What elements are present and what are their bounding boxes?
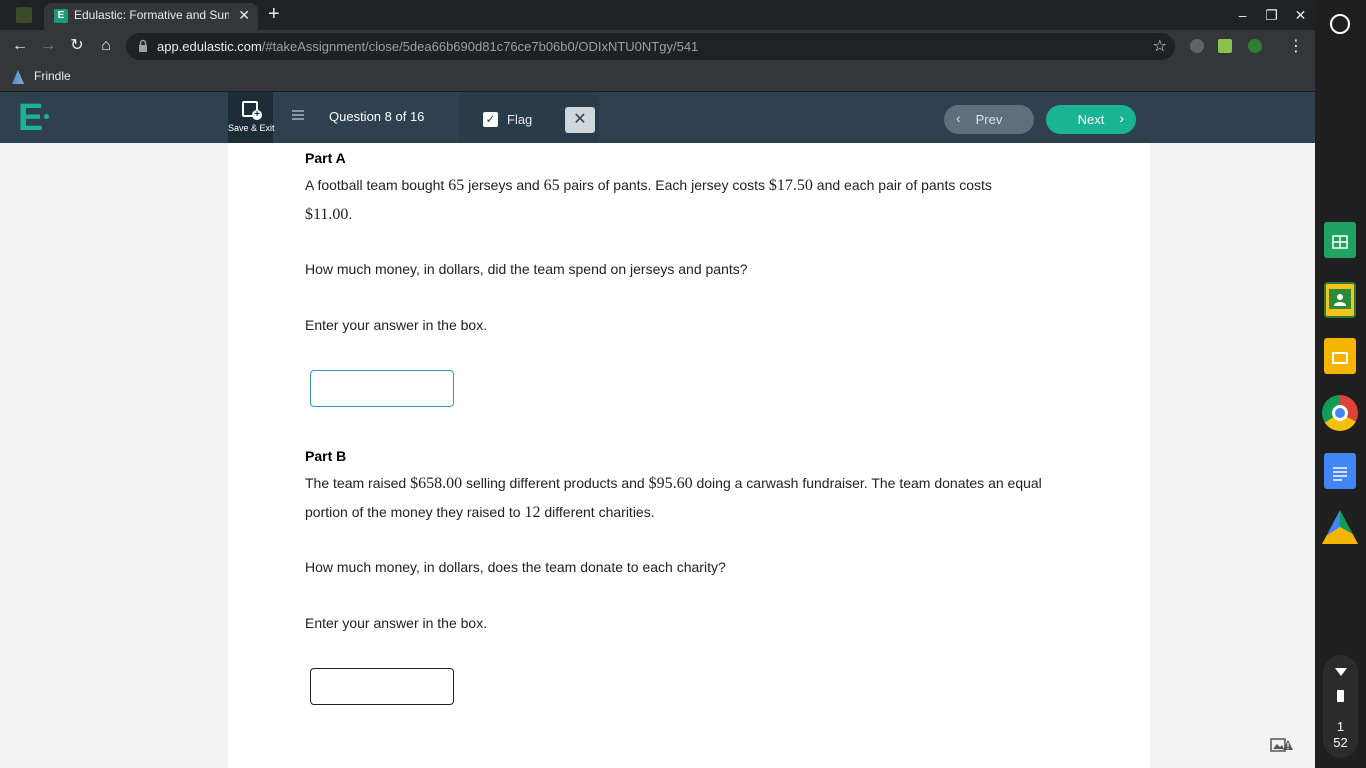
classroom-icon[interactable] <box>1324 282 1356 318</box>
assignment-header: E + Save & Exit Question 8 of 16 ✓ Flag … <box>0 92 1315 143</box>
close-button[interactable]: ✕ <box>565 107 595 133</box>
battery-icon <box>1337 690 1344 702</box>
lock-icon <box>139 39 147 52</box>
part-a-text: jerseys and <box>464 177 544 193</box>
drive-icon[interactable] <box>1322 510 1358 544</box>
save-badge-icon: + <box>252 110 262 120</box>
window-controls: – ❐ ✕ <box>1228 0 1315 30</box>
save-exit-button[interactable]: + Save & Exit <box>228 92 275 143</box>
frindle-bookmark-icon <box>12 70 24 84</box>
url-path: /#takeAssignment/close/5dea66b690d81c76c… <box>261 39 699 54</box>
back-icon[interactable]: ← <box>9 35 31 57</box>
bookmarks-bar: Frindle <box>0 62 1315 92</box>
docs-lines-icon <box>1333 467 1347 481</box>
chrome-center <box>1332 405 1348 421</box>
browser-toolbar: ← → ↻ ⌂ app.edulastic.com/#takeAssignmen… <box>0 30 1315 62</box>
pinned-tab-icon[interactable] <box>16 7 32 23</box>
address-bar[interactable]: app.edulastic.com/#takeAssignment/close/… <box>126 33 1175 60</box>
menu-icon[interactable]: ⋮ <box>1288 36 1304 56</box>
sheets-icon[interactable] <box>1324 222 1356 258</box>
home-icon[interactable]: ⌂ <box>95 35 117 57</box>
clock-hour: 1 <box>1336 719 1345 734</box>
logo-dot <box>44 114 49 119</box>
bookmark-frindle[interactable]: Frindle <box>34 69 71 83</box>
edulastic-favicon-icon: E <box>54 9 68 23</box>
part-a-text: pairs of pants. Each jersey costs <box>559 177 769 193</box>
slides-frame-icon <box>1332 352 1348 364</box>
launcher-icon[interactable] <box>1330 14 1350 34</box>
prev-button[interactable]: ‹ Prev <box>944 105 1034 134</box>
new-tab-button[interactable]: + <box>268 3 280 25</box>
maximize-icon[interactable]: ❐ <box>1257 0 1286 30</box>
clock-minute: 52 <box>1333 735 1348 750</box>
part-b-prompt: How much money, in dollars, does the tea… <box>305 559 726 575</box>
url-host: app.edulastic.com <box>157 39 262 54</box>
part-b-text: selling different products and <box>462 475 649 491</box>
classroom-extension-icon[interactable] <box>1218 39 1232 53</box>
forward-icon[interactable]: → <box>37 35 59 57</box>
part-a-math: 65 <box>448 177 465 194</box>
url-text: app.edulastic.com/#takeAssignment/close/… <box>157 39 698 54</box>
part-a-math: $11.00 <box>305 206 349 223</box>
part-b-math: $658.00 <box>410 475 463 492</box>
star-icon[interactable]: ☆ <box>1153 36 1167 56</box>
minimize-icon[interactable]: – <box>1228 0 1257 30</box>
save-exit-label: Save & Exit <box>228 123 275 133</box>
power-extension-icon[interactable] <box>1248 39 1262 53</box>
part-a-text: A football team bought <box>305 177 449 193</box>
question-panel: Part A A football team bought 65 jerseys… <box>228 143 1150 768</box>
browser-tabbar: E Edulastic: Formative and Summ ✕ + – ❐ … <box>0 0 1315 30</box>
part-b-answer-input[interactable] <box>310 668 454 705</box>
edulastic-logo: E <box>18 97 44 139</box>
flag-label: Flag <box>507 112 533 127</box>
close-window-icon[interactable]: ✕ <box>1286 0 1315 30</box>
part-a-stem: A football team bought 65 jerseys and 65… <box>305 171 1065 229</box>
part-b-instruction: Enter your answer in the box. <box>305 615 488 631</box>
clock: 1 52 <box>1323 719 1358 751</box>
sheets-grid-icon <box>1332 235 1348 249</box>
slides-icon[interactable] <box>1324 338 1356 374</box>
part-a-title: Part A <box>305 150 346 166</box>
docs-icon[interactable] <box>1324 453 1356 489</box>
wifi-icon <box>1335 668 1347 676</box>
part-a-text: . <box>348 206 353 222</box>
chrome-icon[interactable] <box>1322 395 1358 431</box>
part-b-text: The team raised <box>305 475 411 491</box>
part-b-math: $95.60 <box>648 475 693 492</box>
part-a-math: $17.50 <box>768 177 813 194</box>
prev-label: Prev <box>975 112 1003 127</box>
report-issue-icon[interactable] <box>1270 738 1294 752</box>
part-b-stem: The team raised $658.00 selling differen… <box>305 469 1065 527</box>
screen: E Edulastic: Formative and Summ ✕ + – ❐ … <box>0 0 1366 768</box>
part-a-instruction: Enter your answer in the box. <box>305 317 488 333</box>
classroom-people-icon <box>1329 289 1351 309</box>
part-b-math: 12 <box>524 504 541 521</box>
status-tray[interactable]: 1 52 <box>1323 655 1358 758</box>
question-counter[interactable]: Question 8 of 16 <box>329 109 424 124</box>
reload-icon[interactable]: ↻ <box>66 35 88 57</box>
tab-close-icon[interactable]: ✕ <box>238 7 250 24</box>
next-button[interactable]: Next › <box>1046 105 1136 134</box>
hamburger-menu-icon[interactable] <box>292 110 304 120</box>
part-b-title: Part B <box>305 448 347 464</box>
extension-icon[interactable] <box>1190 39 1204 53</box>
browser-tab[interactable]: E Edulastic: Formative and Summ ✕ <box>44 3 258 30</box>
tab-title: Edulastic: Formative and Summ <box>74 8 229 22</box>
part-b-text: different charities. <box>540 504 655 520</box>
flag-checkbox[interactable]: ✓ <box>483 112 498 127</box>
part-a-answer-input[interactable] <box>310 370 454 407</box>
part-a-text: and each pair of pants costs <box>812 177 992 193</box>
os-shelf: 1 52 <box>1315 0 1366 768</box>
chevron-right-icon: › <box>1119 110 1124 126</box>
edulastic-app: E + Save & Exit Question 8 of 16 ✓ Flag … <box>0 92 1315 768</box>
part-a-prompt: How much money, in dollars, did the team… <box>305 261 748 277</box>
part-a-math: 65 <box>543 177 560 194</box>
image-alert-icon <box>1270 738 1293 752</box>
